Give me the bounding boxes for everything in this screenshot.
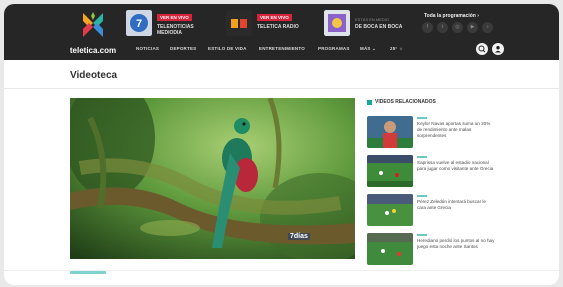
programming-link[interactable]: Toda la programación › — [424, 13, 479, 19]
nav-programas[interactable]: PROGRAMAS — [318, 46, 350, 51]
related-title: Pérez Zeledón intentará buscar le cara a… — [417, 199, 486, 210]
page-title: Videoteca — [70, 70, 118, 81]
channel-7-icon: 7 — [126, 10, 152, 36]
live-badge: VER EN VIVO — [157, 14, 192, 21]
search-icon[interactable] — [476, 43, 488, 55]
site-logo[interactable]: teletica.com — [68, 10, 118, 56]
social-links: f t ◎ ▶ ♪ — [422, 22, 512, 34]
youtube-icon[interactable]: ▶ — [467, 22, 478, 33]
related-thumbnail — [367, 233, 413, 265]
svg-text:7: 7 — [136, 18, 142, 30]
nav-noticias[interactable]: NOTICIAS — [136, 46, 159, 51]
logo-text: teletica.com — [69, 46, 117, 55]
related-video-item[interactable]: Herediano perdió los puntos al no hay ju… — [367, 233, 497, 267]
twitter-icon[interactable]: t — [437, 22, 448, 33]
item-accent — [417, 117, 427, 119]
related-heading-text: VIDEOS RELACIONADOS — [375, 99, 436, 105]
related-video-item[interactable]: Pérez Zeledón intentará buscar le cara a… — [367, 194, 497, 228]
item-accent — [417, 156, 427, 158]
related-thumbnail — [367, 194, 413, 226]
site-header: teletica.com 7 VER EN VIVO TELENOTICIAS … — [4, 4, 559, 60]
current-show[interactable]: ESTÁS EN MEDIO DE BOCA EN BOCA — [324, 10, 419, 40]
tab-indicator — [70, 271, 106, 274]
video-frame-image — [70, 98, 355, 259]
related-title: Keylor Navas aportas suma un 20% de rend… — [417, 121, 491, 138]
live-title: TELENOTICIAS MEDIODIA — [157, 24, 194, 36]
radio-icon — [226, 10, 252, 36]
divider — [4, 88, 559, 89]
nav-estilo-de-vida[interactable]: ESTILO DE VIDA — [208, 46, 247, 51]
facebook-icon[interactable]: f — [422, 22, 433, 33]
user-icon[interactable] — [492, 43, 504, 55]
video-watermark: 7días — [288, 233, 310, 240]
live-title: TELETICA RADIO — [257, 24, 299, 30]
logo-mark-icon — [83, 12, 103, 37]
tiktok-icon[interactable]: ♪ — [482, 22, 493, 33]
related-title: Saprissa vuelve al estadio nacional para… — [417, 160, 494, 171]
nav-mas[interactable]: MÁS ⌄ — [360, 46, 376, 52]
live-badge: VER EN VIVO — [257, 14, 292, 21]
nav-deportes[interactable]: DEPORTES — [170, 46, 196, 51]
related-video-item[interactable]: Keylor Navas aportas suma un 20% de rend… — [367, 116, 497, 150]
live-channel-radio[interactable]: VER EN VIVO TELETICA RADIO — [226, 10, 316, 40]
heading-accent — [367, 100, 372, 105]
related-thumbnail — [367, 116, 413, 148]
instagram-icon[interactable]: ◎ — [452, 22, 463, 33]
nav-entretenimiento[interactable]: ENTRETENIMIENTO — [259, 46, 305, 51]
related-video-item[interactable]: Saprissa vuelve al estadio nacional para… — [367, 155, 497, 189]
video-player[interactable] — [70, 98, 355, 259]
show-small-label: ESTÁS EN MEDIO — [355, 17, 390, 22]
related-title: Herediano perdió los puntos al no hay ju… — [417, 238, 495, 249]
item-accent — [417, 195, 427, 197]
show-thumbnail-icon — [324, 10, 350, 36]
live-channel-telenoticias[interactable]: 7 VER EN VIVO TELENOTICIAS MEDIODIA — [126, 10, 221, 40]
item-accent — [417, 234, 427, 236]
page-frame: teletica.com 7 VER EN VIVO TELENOTICIAS … — [4, 4, 559, 285]
show-title: DE BOCA EN BOCA — [355, 24, 403, 30]
related-thumbnail — [367, 155, 413, 187]
weather-indicator: 25° ☼ — [390, 46, 404, 51]
